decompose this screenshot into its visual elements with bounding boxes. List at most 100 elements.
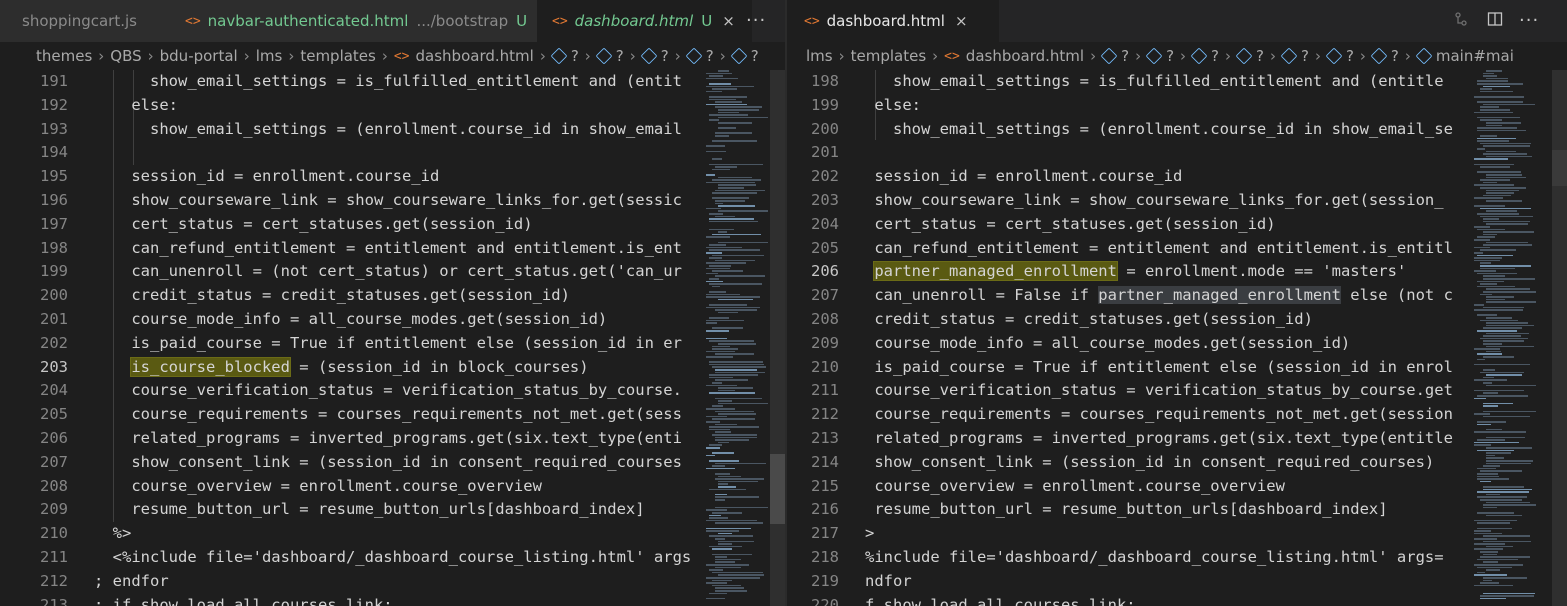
close-icon[interactable]: ×	[722, 12, 735, 30]
scrollbar-thumb[interactable]	[1552, 150, 1567, 186]
breadcrumb-item-templates[interactable]: templates ›	[851, 47, 945, 65]
minimap-line	[1483, 579, 1492, 582]
breadcrumb-item-symbol[interactable]: ? ›	[550, 47, 597, 65]
minimap-line	[1474, 205, 1506, 207]
minimap-line	[706, 597, 725, 600]
vertical-scrollbar[interactable]	[1552, 70, 1567, 606]
line-number: 201	[40, 309, 68, 328]
minimap-line	[1474, 530, 1491, 532]
vertical-scrollbar[interactable]	[770, 70, 785, 606]
line-number: 220	[811, 595, 839, 606]
line-number: 198	[811, 72, 839, 90]
tab-shoppingcart[interactable]: shoppingcart.js	[0, 0, 180, 42]
minimap-line	[718, 109, 760, 111]
code-line: course_overview = enrollment.course_over…	[865, 476, 1285, 495]
minimap-line	[1480, 265, 1532, 267]
close-icon[interactable]: ×	[955, 12, 968, 30]
more-actions-icon[interactable]: ···	[746, 10, 766, 31]
line-number: 203	[811, 190, 839, 209]
minimap-line	[1474, 413, 1491, 415]
line-number: 219	[811, 571, 839, 590]
minimap-line	[1483, 103, 1535, 106]
breadcrumb-item-symbol[interactable]: ? ›	[1190, 47, 1237, 65]
minimap-line	[718, 413, 756, 415]
minimap-line	[1483, 535, 1530, 537]
tab-label: navbar-authenticated.html	[207, 12, 409, 30]
breadcrumb-item-templates[interactable]: templates ›	[300, 47, 394, 65]
breadcrumb-item-symbol[interactable]: ? ›	[685, 47, 732, 65]
breadcrumb-item-symbol[interactable]: ? ›	[1100, 47, 1147, 65]
breadcrumb-item-symbol[interactable]: ? ›	[640, 47, 687, 65]
minimap-line	[1486, 462, 1532, 465]
minimap-line	[709, 291, 727, 293]
line-number: 206	[40, 428, 68, 447]
minimap-line	[718, 441, 730, 444]
breadcrumb-item-symbol[interactable]: ? ›	[1145, 47, 1192, 65]
breadcrumb-item-symbol[interactable]: ? ›	[1280, 47, 1327, 65]
minimap-line	[1480, 371, 1524, 374]
minimap-line	[709, 535, 754, 537]
code-lines[interactable]: show_email_settings = is_fulfilled_entit…	[94, 70, 696, 606]
minimap-line	[712, 168, 731, 171]
line-number: 199	[40, 262, 68, 281]
code-line: >	[865, 524, 875, 543]
tab-dashboard[interactable]: <> dashboard.html ×	[787, 0, 999, 42]
code-line: ndfor	[865, 571, 912, 590]
minimap-line	[1486, 189, 1520, 192]
breadcrumb-item-bdu-portal[interactable]: bdu-portal ›	[160, 47, 256, 65]
minimap-line	[1474, 543, 1505, 545]
cube-icon	[1325, 47, 1343, 65]
breadcrumb-item-lms[interactable]: lms ›	[806, 47, 851, 65]
minimap-line	[709, 220, 758, 223]
breadcrumb-item-symbol[interactable]: ?	[730, 47, 759, 65]
breadcrumb-item-symbol[interactable]: main#mai	[1415, 47, 1514, 65]
line-number: 216	[811, 500, 839, 519]
minimap[interactable]	[1472, 70, 1536, 606]
code-lines[interactable]: show_email_settings = is_fulfilled_entit…	[865, 70, 1467, 606]
code-editor[interactable]: 198 199 200 201 202 203 204 205 206 207 208 209 210 2…	[787, 70, 1567, 606]
editor-group-right: <> dashboard.html × ··· lms › templates › …	[787, 0, 1567, 606]
scrollbar-thumb[interactable]	[770, 454, 785, 524]
more-actions-icon[interactable]: ···	[1519, 10, 1539, 31]
minimap-line	[1474, 564, 1523, 566]
minimap-line	[709, 517, 728, 519]
breadcrumb-item-qbs[interactable]: QBS ›	[110, 47, 159, 65]
open-changes-icon[interactable]	[1453, 11, 1469, 27]
minimap-line	[1480, 262, 1491, 264]
minimap-line	[1483, 231, 1535, 233]
minimap-line	[1483, 72, 1495, 75]
cube-icon	[685, 47, 703, 65]
code-line: is_paid_course = True if entitlement els…	[94, 333, 682, 352]
html-file-icon: <>	[944, 48, 960, 64]
minimap-line	[1477, 254, 1513, 257]
minimap-line	[718, 483, 729, 485]
split-editor-icon[interactable]	[1487, 11, 1503, 27]
breadcrumb-item-file[interactable]: <> dashboard.html ›	[394, 47, 552, 65]
minimap[interactable]	[704, 70, 768, 606]
code-text: = (session_id in block_courses)	[289, 357, 589, 376]
minimap-line	[1486, 452, 1511, 454]
breadcrumb-item-symbol[interactable]: ? ›	[1325, 47, 1372, 65]
minimap-line	[706, 90, 723, 93]
breadcrumb-item-file[interactable]: <> dashboard.html ›	[944, 47, 1102, 65]
minimap-line	[1477, 137, 1516, 140]
minimap-line	[1486, 345, 1535, 348]
tab-dashboard[interactable]: <> dashboard.html U ×	[537, 0, 752, 42]
code-line: session_id = enrollment.course_id	[94, 167, 440, 186]
code-line: credit_status = credit_statuses.get(sess…	[94, 286, 570, 305]
minimap-line	[709, 75, 723, 77]
minimap-line	[709, 444, 722, 446]
breadcrumb-item-symbol[interactable]: ? ›	[595, 47, 642, 65]
minimap-line	[715, 436, 757, 439]
minimap-line	[1477, 527, 1512, 530]
breadcrumb-item-lms[interactable]: lms ›	[256, 47, 301, 65]
breadcrumb-item-symbol[interactable]: ? ›	[1370, 47, 1417, 65]
minimap-line	[718, 475, 741, 478]
breadcrumb-item-themes[interactable]: themes ›	[36, 47, 110, 65]
minimap-line	[709, 265, 731, 267]
tab-navbar-authenticated[interactable]: <> navbar-authenticated.html .../bootstr…	[160, 0, 560, 42]
code-editor[interactable]: 191 192 193 194 195 196 197 198 199 200 201 202 203 2…	[0, 70, 785, 606]
html-file-icon: <>	[185, 13, 201, 29]
breadcrumb-item-symbol[interactable]: ? ›	[1235, 47, 1282, 65]
